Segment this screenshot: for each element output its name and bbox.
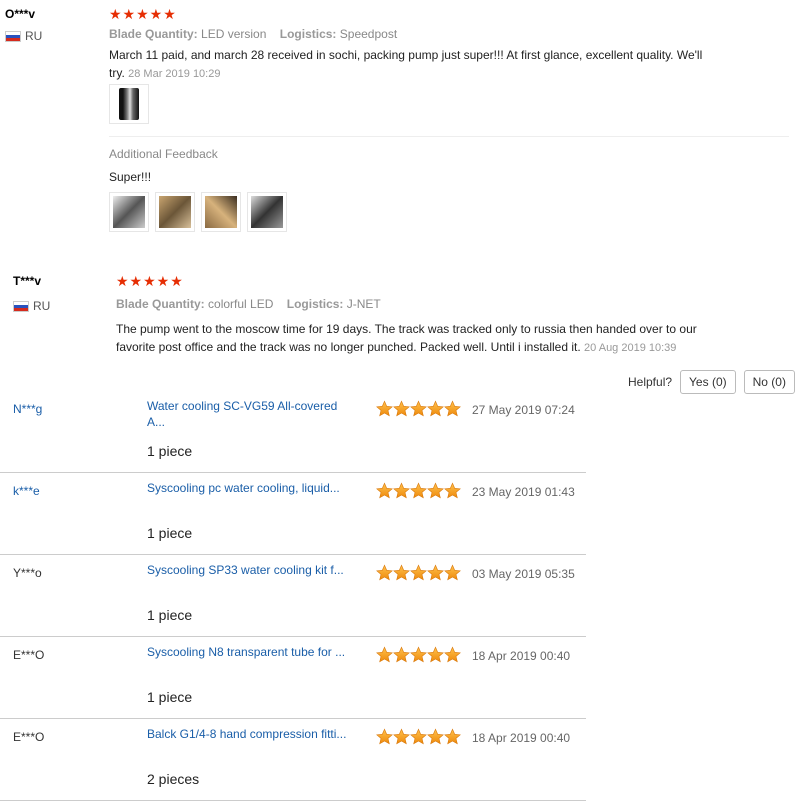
product-link[interactable]: Water cooling SC-VG59 All-covered A... <box>147 398 357 430</box>
star-icon <box>393 482 410 499</box>
transaction-date: 18 Apr 2019 00:40 <box>472 731 571 745</box>
buyer-name: Y***o <box>13 566 42 580</box>
blade-quantity-value: colorful LED <box>208 297 274 311</box>
transaction-row: N***g Water cooling SC-VG59 All-covered A… <box>0 390 586 473</box>
star-icon <box>410 482 427 499</box>
quantity: 1 piece <box>147 443 193 459</box>
buyer-name: E***O <box>13 730 45 744</box>
additional-feedback-label: Additional Feedback <box>109 147 218 161</box>
star-icon <box>376 482 393 499</box>
quantity: 1 piece <box>147 689 193 705</box>
blade-quantity-label: Blade Quantity: <box>109 27 198 41</box>
star-icon <box>444 728 461 745</box>
review-text-block: March 11 paid, and march 28 received in … <box>109 46 709 83</box>
star-icon <box>427 646 444 663</box>
star-icon <box>376 728 393 745</box>
quantity: 1 piece <box>147 607 193 623</box>
star-icon <box>444 646 461 663</box>
product-link[interactable]: Syscooling N8 transparent tube for ... <box>147 644 357 660</box>
logistics-label: Logistics: <box>279 27 337 41</box>
logistics-label: Logistics: <box>286 297 344 311</box>
country-code: RU <box>25 29 43 43</box>
star-icon <box>444 564 461 581</box>
star-icon <box>427 728 444 745</box>
additional-feedback-text: Super!!! <box>109 170 152 184</box>
star-icon <box>410 646 427 663</box>
product-link[interactable]: Syscooling SP33 water cooling kit f... <box>147 562 357 578</box>
star-icon <box>410 400 427 417</box>
product-link[interactable]: Balck G1/4-8 hand compression fitti... <box>147 726 357 742</box>
reviewer-name: O***v <box>5 7 36 21</box>
additional-photo[interactable] <box>155 192 195 232</box>
transaction-date: 23 May 2019 01:43 <box>472 485 575 499</box>
star-icon <box>427 564 444 581</box>
transaction-row: k***e Syscooling pc water cooling, liquid… <box>0 472 586 555</box>
star-icon <box>393 646 410 663</box>
buyer-name[interactable]: k***e <box>13 484 40 498</box>
star-icon <box>410 564 427 581</box>
blade-quantity-value: LED version <box>201 27 267 41</box>
divider <box>109 136 789 137</box>
review-date: 28 Mar 2019 10:29 <box>128 68 221 80</box>
rating-stars: ★★★★★ <box>116 273 184 289</box>
additional-photo[interactable] <box>201 192 241 232</box>
transaction-row: Y***o Syscooling SP33 water cooling kit f… <box>0 554 586 637</box>
transaction-date: 03 May 2019 05:35 <box>472 567 575 581</box>
star-icon <box>444 400 461 417</box>
rating-stars <box>376 564 461 581</box>
product-link[interactable]: Syscooling pc water cooling, liquid... <box>147 480 357 496</box>
review-date: 20 Aug 2019 10:39 <box>584 342 677 354</box>
star-icon <box>427 400 444 417</box>
reviewer-name: T***v <box>13 274 42 288</box>
star-icon <box>393 728 410 745</box>
helpful-label: Helpful? <box>628 375 673 389</box>
additional-photos <box>109 192 287 232</box>
rating-stars: ★★★★★ <box>109 6 177 22</box>
star-icon <box>410 728 427 745</box>
transaction-row: E***O Balck G1/4-8 hand compression fitti… <box>0 718 586 801</box>
logistics-value: Speedpost <box>339 27 398 41</box>
logistics-value: J-NET <box>346 297 381 311</box>
buyer-name: E***O <box>13 648 45 662</box>
review-attributes: Blade Quantity: LED version Logistics: S… <box>109 27 397 41</box>
russia-flag-icon <box>13 300 29 312</box>
star-icon <box>376 564 393 581</box>
rating-stars <box>376 728 461 745</box>
star-icon <box>393 400 410 417</box>
helpful-section: Helpful? Yes (0) No (0) <box>628 370 795 394</box>
star-icon <box>427 482 444 499</box>
rating-stars <box>376 646 461 663</box>
russia-flag-icon <box>5 30 21 42</box>
transaction-date: 18 Apr 2019 00:40 <box>472 649 571 663</box>
additional-photo[interactable] <box>109 192 149 232</box>
country-code: RU <box>33 299 51 313</box>
rating-stars <box>376 400 461 417</box>
reviewer-country: RU <box>13 299 50 313</box>
reviewer-country: RU <box>5 29 42 43</box>
blade-quantity-label: Blade Quantity: <box>116 297 205 311</box>
buyer-name[interactable]: N***g <box>13 402 42 416</box>
transaction-row: E***O Syscooling N8 transparent tube for … <box>0 636 586 719</box>
additional-photo[interactable] <box>247 192 287 232</box>
star-icon <box>393 564 410 581</box>
quantity: 2 pieces <box>147 771 200 787</box>
star-icon <box>376 646 393 663</box>
review-attributes: Blade Quantity: colorful LED Logistics: … <box>116 297 381 311</box>
quantity: 1 piece <box>147 525 193 541</box>
review-photo[interactable] <box>109 84 149 124</box>
yes-button[interactable]: Yes (0) <box>680 370 736 394</box>
star-icon <box>444 482 461 499</box>
review-text-block: The pump went to the moscow time for 19 … <box>116 320 708 357</box>
no-button[interactable]: No (0) <box>743 370 795 394</box>
transaction-date: 27 May 2019 07:24 <box>472 403 575 417</box>
rating-stars <box>376 482 461 499</box>
star-icon <box>376 400 393 417</box>
